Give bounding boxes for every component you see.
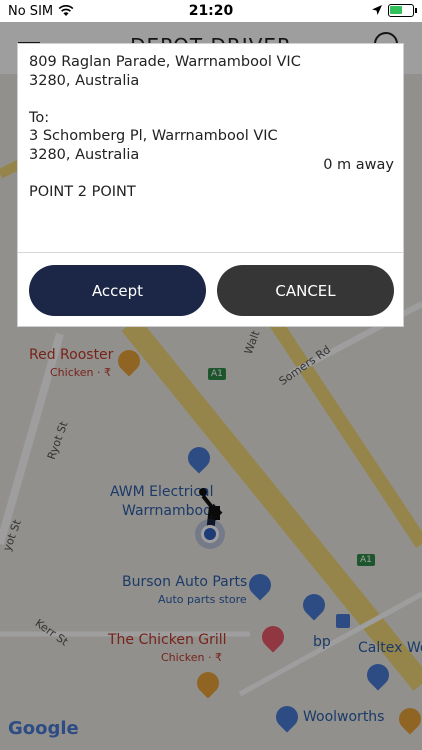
pickup-address-line1: 809 Raglan Parade, Warrnambool VIC bbox=[29, 54, 301, 70]
pickup-address-line2: 3280, Australia bbox=[29, 73, 140, 89]
cancel-button[interactable]: CANCEL bbox=[217, 265, 394, 316]
dropoff-address-line2: 3280, Australia bbox=[29, 147, 140, 163]
status-time: 21:20 bbox=[188, 3, 234, 19]
to-label: To: bbox=[29, 110, 50, 126]
trip-type-label: POINT 2 POINT bbox=[29, 184, 136, 200]
dropoff-address-line1: 3 Schomberg Pl, Warrnambool VIC bbox=[29, 128, 278, 144]
trip-request-dialog: 809 Raglan Parade, Warrnambool VIC 3280,… bbox=[17, 43, 404, 327]
accept-button[interactable]: Accept bbox=[29, 265, 206, 316]
location-arrow-icon bbox=[372, 5, 382, 15]
distance-label: 0 m away bbox=[323, 157, 394, 173]
dialog-divider bbox=[18, 252, 403, 253]
battery-icon bbox=[388, 4, 417, 17]
status-bar: No SIM 21:20 bbox=[0, 0, 422, 22]
